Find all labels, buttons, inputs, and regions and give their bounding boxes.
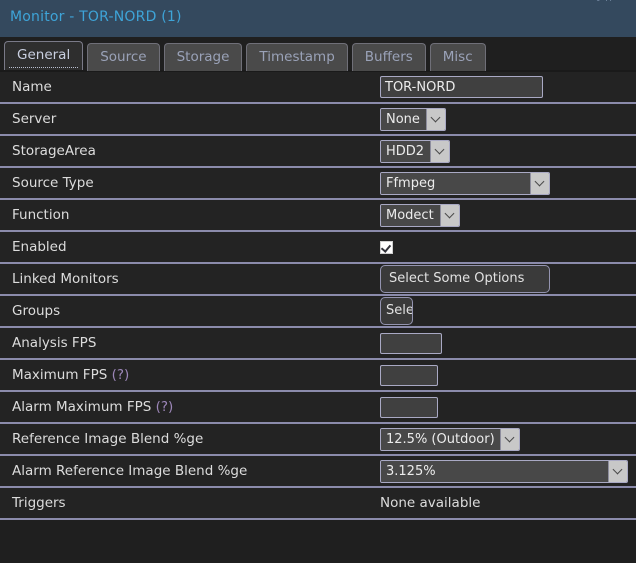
label-storagearea: StorageArea <box>12 143 96 159</box>
tab-timestamp-label: Timestamp <box>259 49 335 65</box>
label-source-type: Source Type <box>12 175 94 191</box>
form-row-storagearea: StorageArea HDD2 <box>0 136 636 168</box>
label-alarm-maximum-fps: Alarm Maximum FPS (?) <box>0 399 380 415</box>
control-reference-image-blend: 12.5% (Outdoor) <box>380 427 636 451</box>
storagearea-select-value: HDD2 <box>381 140 431 162</box>
monitor-general-form: Name TOR-NORD Server None StorageArea HD… <box>0 70 636 520</box>
enabled-checkbox[interactable] <box>380 240 393 254</box>
label-analysis-fps: Analysis FPS <box>12 335 97 351</box>
label-alarm-maximum-fps-text: Alarm Maximum FPS <box>12 399 152 415</box>
label-name: Name <box>12 79 52 95</box>
server-select[interactable]: None <box>380 107 446 131</box>
chevron-down-icon[interactable] <box>425 108 445 130</box>
form-row-linked-monitors: Linked Monitors Select Some Options <box>0 264 636 296</box>
control-linked-monitors: Select Some Options <box>380 265 636 293</box>
tab-general-label: General <box>17 47 71 63</box>
tab-storage[interactable]: Storage <box>163 43 243 71</box>
control-alarm-reference-image-blend: 3.125% <box>380 459 636 483</box>
control-server: None <box>380 107 636 131</box>
alarm-reference-image-blend-select[interactable]: 3.125% <box>380 459 628 483</box>
tab-buffers-label: Buffers <box>364 49 413 65</box>
label-enabled: Enabled <box>12 239 67 255</box>
label-maximum-fps-text: Maximum FPS <box>12 367 108 383</box>
chevron-down-icon[interactable] <box>530 172 549 194</box>
tab-bar: General Source Storage Timestamp Buffers… <box>0 37 636 71</box>
tab-misc[interactable]: Misc <box>429 43 486 71</box>
tab-general[interactable]: General <box>4 41 84 70</box>
groups-multiselect[interactable]: Sele <box>380 297 413 325</box>
form-row-alarm-reference-image-blend: Alarm Reference Image Blend %ge 3.125% <box>0 456 636 488</box>
server-select-value: None <box>381 108 426 130</box>
alarm-maximum-fps-input[interactable] <box>380 396 438 418</box>
triggers-value: None available <box>380 495 481 511</box>
form-row-name: Name TOR-NORD <box>0 72 636 104</box>
chevron-down-icon[interactable] <box>439 204 459 226</box>
control-function: Modect <box>380 203 636 227</box>
control-maximum-fps <box>380 364 636 386</box>
label-alarm-reference-image-blend: Alarm Reference Image Blend %ge <box>12 463 248 479</box>
control-name: TOR-NORD <box>380 76 636 98</box>
reference-image-blend-select-value: 12.5% (Outdoor) <box>381 428 500 450</box>
tab-buffers[interactable]: Buffers <box>351 43 426 71</box>
label-linked-monitors: Linked Monitors <box>12 271 119 287</box>
form-row-function: Function Modect <box>0 200 636 232</box>
control-alarm-maximum-fps <box>380 396 636 418</box>
analysis-fps-input[interactable] <box>380 332 442 354</box>
form-row-source-type: Source Type Ffmpeg <box>0 168 636 200</box>
control-storagearea: HDD2 <box>380 139 636 163</box>
form-row-server: Server None <box>0 104 636 136</box>
control-enabled <box>380 240 636 254</box>
label-function: Function <box>12 207 70 223</box>
tab-source-label: Source <box>100 49 147 65</box>
tab-misc-label: Misc <box>442 49 473 65</box>
form-row-enabled: Enabled <box>0 232 636 264</box>
form-row-maximum-fps: Maximum FPS (?) <box>0 360 636 392</box>
help-icon[interactable]: (?) <box>156 399 174 415</box>
reference-image-blend-select[interactable]: 12.5% (Outdoor) <box>380 427 520 451</box>
function-select-value: Modect <box>381 204 440 226</box>
tab-timestamp[interactable]: Timestamp <box>246 43 348 71</box>
maximum-fps-input[interactable] <box>380 364 438 386</box>
storagearea-select[interactable]: HDD2 <box>380 139 451 163</box>
control-triggers: None available <box>380 495 636 511</box>
alarm-reference-image-blend-select-value: 3.125% <box>381 460 608 482</box>
page-title: Monitor - TOR-NORD (1) <box>10 9 182 25</box>
control-groups: Sele <box>380 297 636 325</box>
name-input[interactable]: TOR-NORD <box>380 76 543 98</box>
help-icon[interactable]: (?) <box>112 367 130 383</box>
form-row-reference-image-blend: Reference Image Blend %ge 12.5% (Outdoor… <box>0 424 636 456</box>
linked-monitors-multiselect[interactable]: Select Some Options <box>380 265 550 293</box>
label-triggers: Triggers <box>12 495 66 511</box>
chevron-down-icon[interactable] <box>430 140 450 162</box>
form-row-alarm-maximum-fps: Alarm Maximum FPS (?) <box>0 392 636 424</box>
label-server: Server <box>12 111 57 127</box>
chevron-down-icon[interactable] <box>500 428 519 450</box>
label-maximum-fps: Maximum FPS (?) <box>0 367 380 383</box>
tab-storage-label: Storage <box>176 49 230 65</box>
window-titlebar: Monitor - TOR-NORD (1) x n ___ <box>0 0 636 37</box>
tab-source[interactable]: Source <box>87 43 160 71</box>
function-select[interactable]: Modect <box>380 203 460 227</box>
label-groups: Groups <box>12 303 61 319</box>
source-type-select-value: Ffmpeg <box>381 172 530 194</box>
label-reference-image-blend: Reference Image Blend %ge <box>12 431 204 447</box>
chevron-down-icon[interactable] <box>608 460 627 482</box>
control-analysis-fps <box>380 332 636 354</box>
source-type-select[interactable]: Ffmpeg <box>380 171 550 195</box>
form-row-analysis-fps: Analysis FPS <box>0 328 636 360</box>
window-corner-text: x n ___ <box>595 0 632 1</box>
form-row-groups: Groups Sele <box>0 296 636 328</box>
control-source-type: Ffmpeg <box>380 171 636 195</box>
form-row-triggers: Triggers None available <box>0 488 636 520</box>
